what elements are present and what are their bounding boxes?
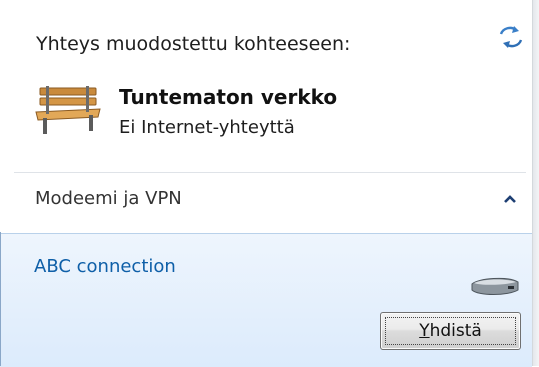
network-status: Ei Internet-yhteyttä [119,117,295,138]
section-header-modem-vpn[interactable]: Modeemi ja VPN [0,173,532,231]
connect-button-label: Yhdistä [381,313,520,349]
connection-item-abc[interactable]: ABC connection Yhdistä [0,233,532,367]
button-label-rest: hdistä [429,321,482,341]
accelerator-key: Y [419,321,430,341]
bench-icon [35,86,101,134]
selection-left-border [0,232,1,366]
section-label: Modeemi ja VPN [35,188,182,209]
network-flyout: Yhteys muodostettu kohteeseen: Tuntemato… [0,0,539,367]
chevron-up-icon[interactable] [503,193,517,205]
connected-to-label: Yhteys muodostettu kohteeseen: [36,33,351,55]
connect-button[interactable]: Yhdistä [380,312,521,350]
refresh-arrows-icon[interactable] [497,24,525,50]
connection-name: ABC connection [34,256,176,277]
network-name: Tuntematon verkko [119,85,338,109]
modem-icon [471,277,519,295]
window-right-border [532,0,539,366]
